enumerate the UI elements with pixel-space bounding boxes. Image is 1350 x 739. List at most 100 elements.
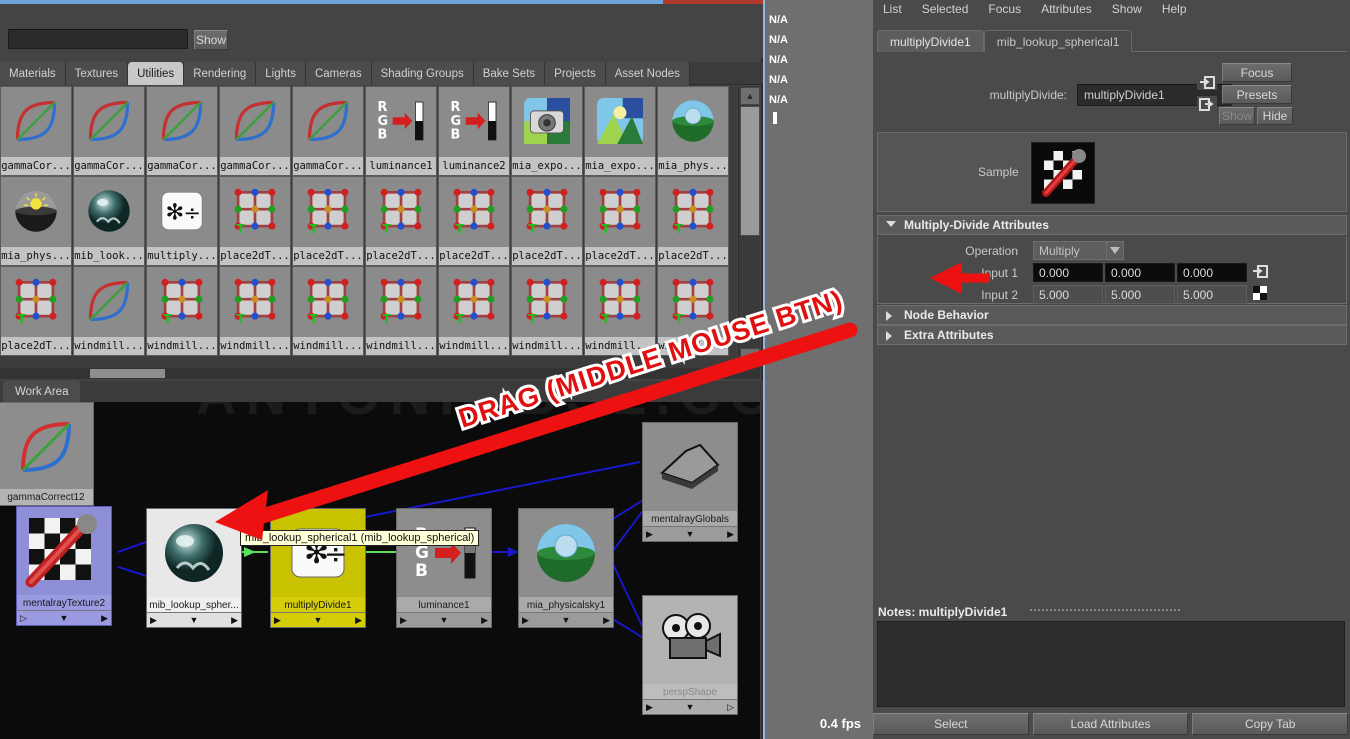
node-swatch-cell[interactable]: windmill... [73,266,145,356]
scrollbar-thumb-h[interactable] [90,369,165,378]
input1-z-field[interactable]: 0.000 [1177,263,1247,282]
browser-tab-rendering[interactable]: Rendering [184,62,257,85]
ae-tab-mib_lookup_spherical1[interactable]: mib_lookup_spherical1 [983,30,1133,52]
node-swatch-cell[interactable]: Tplace2dT... [292,176,364,266]
material-swatch[interactable] [1031,142,1095,204]
node-swatch-cell[interactable]: Twindmill... [511,266,583,356]
button-select[interactable]: Select [873,713,1029,735]
chevron-down-icon[interactable]: ▼ [686,529,695,539]
node-swatch-cell[interactable]: gammaCor... [219,86,291,176]
input2-y-field[interactable]: 5.000 [1105,285,1175,304]
browser-tab-textures[interactable]: Textures [65,62,129,85]
node-swatch-cell[interactable]: Tplace2dT... [219,176,291,266]
graph-node[interactable]: gammaCorrect12 [0,402,94,506]
menu-item-show[interactable]: Show [1102,2,1152,16]
search-input[interactable] [8,29,188,49]
tab-work-area[interactable]: Work Area [3,381,81,402]
menu-item-list[interactable]: List [873,2,912,16]
browser-tab-asset-nodes[interactable]: Asset Nodes [605,62,690,85]
node-swatch-cell[interactable]: mia_phys... [657,86,729,176]
browser-tab-cameras[interactable]: Cameras [305,62,372,85]
output-arrow-icon[interactable]: ▶ [355,615,362,626]
node-swatch-cell[interactable]: gammaCor... [0,86,72,176]
send-from-editor-icon[interactable] [1197,96,1217,112]
presets-button[interactable]: Presets [1222,85,1292,104]
show-button-ae[interactable]: Show [1219,107,1255,125]
input2-checker-icon[interactable] [1250,285,1270,301]
input1-y-field[interactable]: 0.000 [1105,263,1175,282]
node-swatch-cell[interactable]: Tplace2dT... [365,176,437,266]
browser-tab-shading-groups[interactable]: Shading Groups [371,62,474,85]
scroll-up-icon[interactable]: ▲ [740,87,760,105]
node-swatch-cell[interactable]: mia_expo... [511,86,583,176]
graph-node[interactable]: perspShape ▶ ▼ ▷ [642,595,738,715]
node-swatch-cell[interactable]: gammaCor... [146,86,218,176]
graph-node[interactable]: mia_physicalsky1 ▶ ▼ ▶ [518,508,614,628]
section-extra-attributes[interactable]: Extra Attributes [877,325,1347,345]
input-arrow-icon[interactable]: ▶ [646,529,653,540]
hide-button[interactable]: Hide [1257,107,1293,125]
output-arrow-icon[interactable]: ▶ [727,529,734,540]
node-swatch-cell[interactable]: Twindmill... [584,266,656,356]
node-swatch-cell[interactable]: Tplace2dT... [584,176,656,266]
ae-tab-multiplyDivide1[interactable]: multiplyDivide1 [877,30,984,52]
graph-node-bar[interactable]: ▶ ▼ ▶ [643,526,737,541]
graph-node-bar[interactable]: ▶ ▼ ▷ [643,699,737,714]
node-swatch-cell[interactable]: Twindmill... [292,266,364,356]
input1-x-field[interactable]: 0.000 [1033,263,1103,282]
browser-tab-lights[interactable]: Lights [256,62,306,85]
notes-textarea[interactable] [877,621,1345,707]
browser-tab-materials[interactable]: Materials [0,62,66,85]
graph-node[interactable]: R G B luminance1 ▶ ▼ ▶ [396,508,492,628]
node-swatch-cell[interactable]: Tplace2dT... [657,176,729,266]
section-multiply-divide[interactable]: Multiply-Divide Attributes [877,215,1347,235]
node-swatch-cell[interactable]: R G B luminance2 [438,86,510,176]
chevron-down-icon[interactable]: ▼ [686,702,695,712]
node-swatch-cell[interactable]: Tplace2dT... [0,266,72,356]
chevron-down-icon[interactable]: ▼ [314,615,323,625]
browser-tab-projects[interactable]: Projects [545,62,606,85]
section-node-behavior[interactable]: Node Behavior [877,305,1347,325]
chevron-down-icon[interactable] [1106,241,1124,260]
input-arrow-icon[interactable]: ▶ [150,615,157,626]
chevron-down-icon[interactable]: ▼ [190,615,199,625]
graph-node-bar[interactable]: ▶ ▼ ▶ [147,612,241,627]
graph-node[interactable]: mentalrayGlobals ▶ ▼ ▶ [642,422,738,542]
graph-node-bar[interactable]: ▷ ▼ ▶ [17,610,111,625]
focus-button[interactable]: Focus [1222,63,1292,82]
browser-tab-bake-sets[interactable]: Bake Sets [473,62,546,85]
input-arrow-icon[interactable]: ▶ [522,615,529,626]
drag-handle-dots[interactable] [1030,598,1185,611]
output-arrow-icon[interactable]: ▶ [603,615,610,626]
input2-x-field[interactable]: 5.000 [1033,285,1103,304]
node-swatch-cell[interactable]: Twindmill... [438,266,510,356]
chevron-down-icon[interactable]: ▼ [60,613,69,623]
node-swatch-cell[interactable]: mia_expo... [584,86,656,176]
node-swatch-cell[interactable]: Twindmill... [146,266,218,356]
scroll-down-icon[interactable]: ▼ [740,348,760,366]
node-swatch-cell[interactable]: ✻ ÷ multiply... [146,176,218,266]
node-swatch-cell[interactable]: Twindmill... [365,266,437,356]
node-swatch-cell[interactable]: R G B luminance1 [365,86,437,176]
node-swatch-cell[interactable]: Tplace2dT... [438,176,510,266]
menu-item-attributes[interactable]: Attributes [1031,2,1102,16]
graph-node-bar[interactable]: ▶ ▼ ▶ [271,612,365,627]
menu-item-focus[interactable]: Focus [978,2,1031,16]
output-arrow-icon[interactable]: ▶ [101,613,108,624]
node-swatch-cell[interactable]: Twindmill... [219,266,291,356]
graph-node-bar[interactable]: ▶ ▼ ▶ [519,612,613,627]
graph-node[interactable]: mentalrayTexture2 ▷ ▼ ▶ [16,506,112,626]
button-load-attributes[interactable]: Load Attributes [1032,713,1189,735]
browser-tab-utilities[interactable]: Utilities [128,62,185,85]
input-arrow-icon[interactable]: ▶ [646,702,653,713]
menu-item-help[interactable]: Help [1152,2,1197,16]
input1-connection-icon[interactable] [1250,263,1270,279]
input-arrow-icon[interactable]: ▷ [20,613,27,624]
input2-z-field[interactable]: 5.000 [1177,285,1247,304]
scrollbar-thumb[interactable] [740,106,760,236]
output-arrow-icon[interactable]: ▶ [481,615,488,626]
button-copy-tab[interactable]: Copy Tab [1192,713,1349,735]
node-swatch-cell[interactable]: gammaCor... [73,86,145,176]
show-button[interactable]: Show [194,30,228,50]
load-into-editor-icon[interactable] [1197,74,1217,90]
